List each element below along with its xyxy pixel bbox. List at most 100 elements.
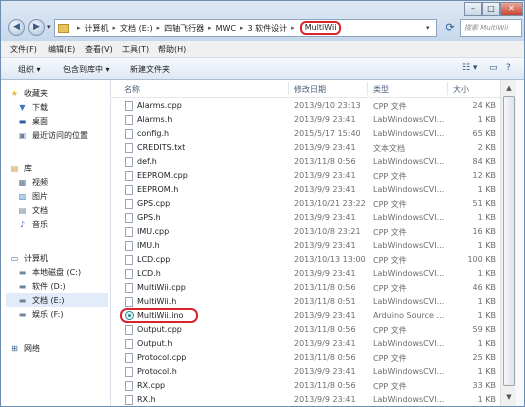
column-size[interactable]: 大小 [453, 84, 469, 95]
file-type: LabWindowsCVI... [373, 297, 445, 306]
nav-downloads[interactable]: ▼ 下载 [17, 100, 48, 114]
scrollbar-thumb[interactable] [503, 96, 515, 386]
file-row[interactable]: Protocol.h 2013/9/9 23:41 LabWindowsCVI...… [111, 365, 500, 379]
nav-favorites[interactable]: ★ 收藏夹 [9, 86, 48, 100]
nav-libraries[interactable]: ▤ 库 [9, 161, 32, 175]
file-row[interactable]: Output.cpp 2013/11/8 0:56 CPP 文件 59 KB [111, 323, 500, 337]
file-size: 1 KB [477, 185, 496, 194]
file-date: 2013/10/13 13:00 [294, 255, 366, 264]
file-row[interactable]: Alarms.h 2013/9/9 23:41 LabWindowsCVI... 1 … [111, 113, 500, 127]
forward-button[interactable]: ▶ [28, 19, 45, 36]
file-row[interactable]: GPS.h 2013/9/9 23:41 LabWindowsCVI... 1 KB [111, 211, 500, 225]
menu-tools[interactable]: 工具(T) [122, 44, 149, 55]
nav-documents[interactable]: ▤ 文档 [17, 203, 48, 217]
file-row[interactable]: LCD.cpp 2013/10/13 13:00 CPP 文件 100 KB [111, 253, 500, 267]
refresh-icon[interactable]: ⟳ [443, 20, 457, 36]
preview-pane-icon[interactable]: ▭ [489, 63, 498, 73]
file-type: CPP 文件 [373, 200, 407, 209]
menu-edit[interactable]: 编辑(E) [48, 44, 75, 55]
minimize-button[interactable]: – [464, 2, 482, 16]
file-row[interactable]: def.h 2013/11/8 0:56 LabWindowsCVI... 84 KB [111, 155, 500, 169]
view-options-icon[interactable]: ☷ ▾ [462, 63, 477, 73]
file-icon [125, 199, 133, 209]
new-folder-button[interactable]: 新建文件夹 [130, 64, 170, 75]
vertical-scrollbar[interactable]: ▲ ▼ [500, 80, 517, 406]
file-row[interactable]: MultiWii.cpp 2013/11/8 0:56 CPP 文件 46 KB [111, 281, 500, 295]
file-size: 25 KB [472, 353, 496, 362]
file-name: Alarms.h [137, 115, 173, 124]
nav-computer[interactable]: ▭ 计算机 [9, 251, 48, 265]
file-row[interactable]: MultiWii.h 2013/11/8 0:51 LabWindowsCVI...… [111, 295, 500, 309]
file-size: 1 KB [477, 241, 496, 250]
file-row[interactable]: Output.h 2013/9/9 23:41 LabWindowsCVI... 1 … [111, 337, 500, 351]
help-icon[interactable]: ? [506, 63, 511, 73]
file-type: LabWindowsCVI... [373, 395, 445, 404]
breadcrumb-software-design[interactable]: 3 软件设计 ▸ [248, 23, 299, 34]
file-size: 65 KB [472, 129, 496, 138]
file-date: 2015/5/17 15:40 [294, 129, 361, 138]
file-name: GPS.cpp [137, 199, 171, 208]
file-row[interactable]: RX.h 2013/9/9 23:41 LabWindowsCVI... 1 KB [111, 393, 500, 406]
file-row[interactable]: Alarms.cpp 2013/9/10 23:13 CPP 文件 24 KB [111, 99, 500, 113]
file-date: 2013/11/8 0:56 [294, 157, 356, 166]
column-date-modified[interactable]: 修改日期 [294, 84, 326, 95]
organize-button[interactable]: 组织 ▾ [18, 64, 41, 75]
breadcrumb-mwc[interactable]: MWC ▸ [216, 24, 248, 33]
file-size: 1 KB [477, 115, 496, 124]
search-input[interactable]: 搜索 MultiWii [460, 19, 522, 37]
file-row[interactable]: RX.cpp 2013/11/8 0:56 CPP 文件 33 KB [111, 379, 500, 393]
menu-help[interactable]: 帮助(H) [158, 44, 186, 55]
breadcrumb-drive-e[interactable]: 文档 (E:) ▸ [120, 23, 164, 34]
address-bar[interactable]: ▸ 计算机 ▸ 文档 (E:) ▸ 四轴飞行器 ▸ MWC ▸ 3 软件设计 ▸ Mult… [54, 19, 437, 37]
file-row[interactable]: MultiWii.ino 2013/9/9 23:41 Arduino Source… [111, 308, 500, 323]
column-name[interactable]: 名称 [124, 84, 140, 95]
file-date: 2013/10/21 23:22 [294, 199, 366, 208]
file-name: RX.cpp [137, 381, 166, 390]
maximize-button[interactable]: □ [482, 2, 500, 16]
file-row[interactable]: IMU.h 2013/9/9 23:41 LabWindowsCVI... 1 KB [111, 239, 500, 253]
column-type[interactable]: 类型 [373, 84, 389, 95]
file-date: 2013/11/8 0:56 [294, 353, 356, 362]
nav-pictures[interactable]: ▨ 图片 [17, 189, 48, 203]
scroll-down-icon[interactable]: ▼ [502, 390, 516, 404]
file-date: 2013/9/9 23:41 [294, 213, 356, 222]
file-size: 1 KB [477, 269, 496, 278]
file-row[interactable]: IMU.cpp 2013/10/8 23:21 CPP 文件 16 KB [111, 225, 500, 239]
history-dropdown-icon[interactable]: ▾ [47, 23, 51, 31]
nav-videos[interactable]: ▦ 视频 [17, 175, 48, 189]
file-date: 2013/9/10 23:13 [294, 101, 361, 110]
nav-music[interactable]: ♪ 音乐 [17, 217, 48, 231]
file-row[interactable]: EEPROM.cpp 2013/9/9 23:41 CPP 文件 12 KB [111, 169, 500, 183]
breadcrumb-current-multiwii[interactable]: MultiWii [299, 21, 342, 35]
nav-drive-c[interactable]: ▬ 本地磁盘 (C:) [17, 265, 81, 279]
menu-view[interactable]: 查看(V) [85, 44, 113, 55]
nav-network[interactable]: ⊞ 网络 [9, 341, 40, 355]
file-row[interactable]: LCD.h 2013/9/9 23:41 LabWindowsCVI... 1 KB [111, 267, 500, 281]
file-row[interactable]: config.h 2015/5/17 15:40 LabWindowsCVI... 6… [111, 127, 500, 141]
file-row[interactable]: GPS.cpp 2013/10/21 23:22 CPP 文件 51 KB [111, 197, 500, 211]
file-date: 2013/9/9 23:41 [294, 171, 356, 180]
breadcrumb-computer[interactable]: 计算机 ▸ [85, 23, 121, 34]
document-icon: ▤ [18, 205, 27, 215]
music-icon: ♪ [19, 219, 26, 229]
include-in-library-button[interactable]: 包含到库中 ▾ [63, 64, 110, 75]
file-row[interactable]: Protocol.cpp 2013/11/8 0:56 CPP 文件 25 KB [111, 351, 500, 365]
file-type: LabWindowsCVI... [373, 129, 445, 138]
nav-drive-d[interactable]: ▬ 软件 (D:) [17, 279, 66, 293]
address-dropdown-icon[interactable]: ▾ [426, 24, 430, 32]
recent-places-icon: ▣ [18, 130, 27, 140]
back-button[interactable]: ◀ [8, 19, 25, 36]
file-row[interactable]: CREDITS.txt 2013/9/9 23:41 文本文档 2 KB [111, 141, 500, 155]
scroll-up-icon[interactable]: ▲ [502, 81, 516, 95]
breadcrumb-quadcopter[interactable]: 四轴飞行器 ▸ [164, 23, 216, 34]
close-button[interactable]: ✕ [500, 2, 523, 16]
file-name: Output.cpp [137, 325, 182, 334]
menu-file[interactable]: 文件(F) [10, 44, 37, 55]
file-date: 2013/11/8 0:56 [294, 283, 356, 292]
file-row[interactable]: EEPROM.h 2013/9/9 23:41 LabWindowsCVI... 1 … [111, 183, 500, 197]
nav-desktop[interactable]: ▬ 桌面 [17, 114, 48, 128]
nav-drive-e[interactable]: ▬ 文档 (E:) [6, 293, 108, 307]
nav-recent-places[interactable]: ▣ 最近访问的位置 [17, 128, 88, 142]
computer-icon: ▭ [10, 253, 19, 263]
nav-drive-f[interactable]: ▬ 娱乐 (F:) [17, 307, 64, 321]
